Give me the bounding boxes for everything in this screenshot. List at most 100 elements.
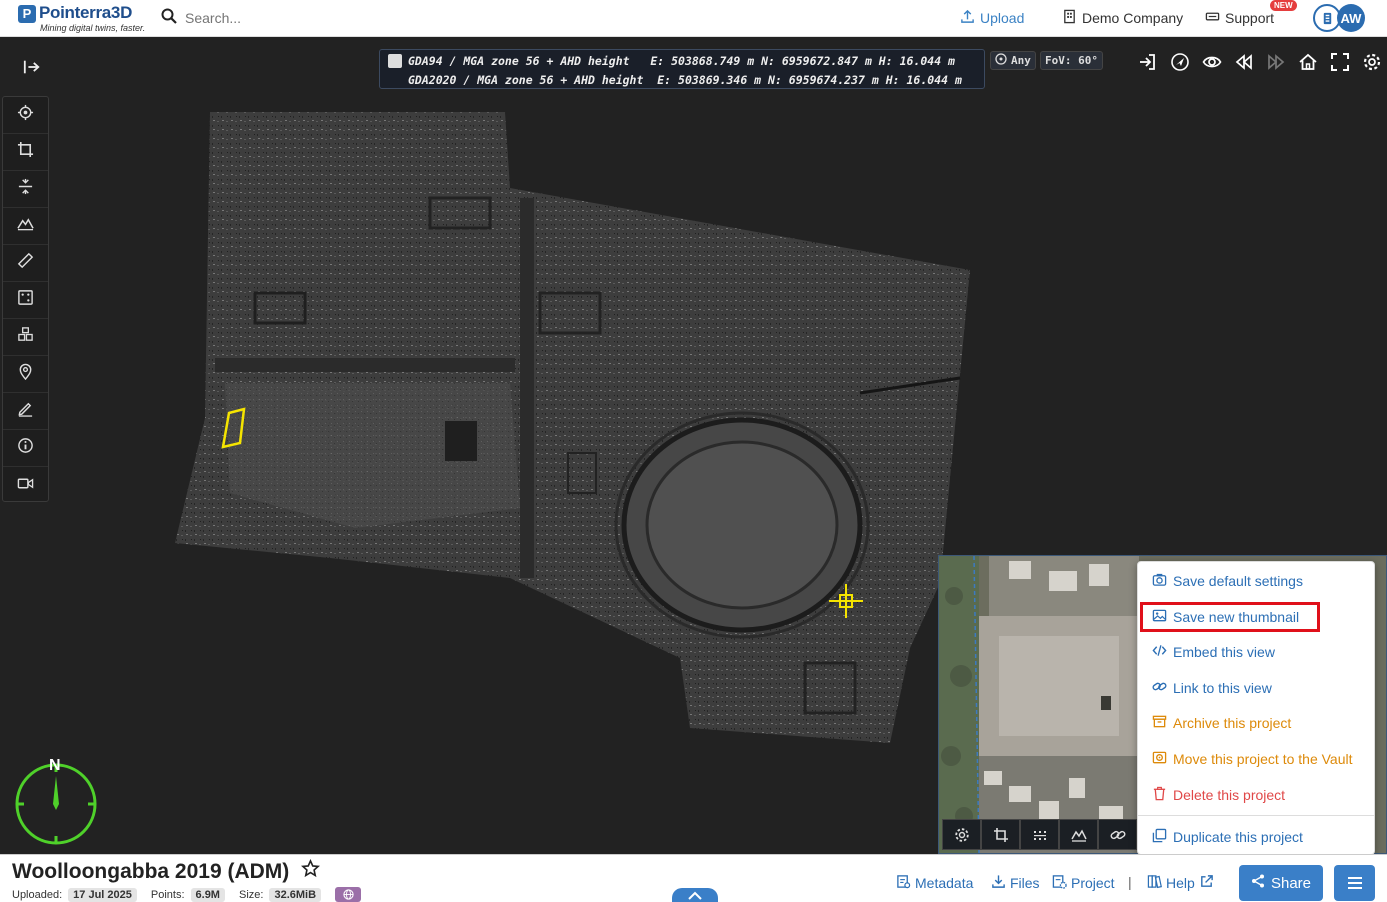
link-icon	[1152, 679, 1167, 697]
project-title-row: Woolloongabba 2019 (ADM)	[12, 858, 321, 884]
volumes-icon	[17, 326, 34, 348]
menu-embed-this-view[interactable]: Embed this view	[1152, 641, 1275, 663]
navigate-icon	[1170, 52, 1189, 71]
tool-sidebar	[2, 96, 49, 502]
snap-mode-label: Any	[1011, 54, 1031, 67]
upload-icon	[960, 9, 975, 27]
minimap-toolbar	[942, 819, 1137, 850]
menu-duplicate-this-project[interactable]: Duplicate this project	[1152, 826, 1303, 848]
minimap-crop-button[interactable]	[981, 819, 1020, 850]
tool-info[interactable]	[3, 430, 48, 467]
visibility-button[interactable]	[1200, 50, 1223, 73]
fov-label: FoV: 60°	[1045, 54, 1098, 67]
search-icon	[161, 8, 177, 29]
settings-icon	[1363, 53, 1380, 70]
home-button[interactable]	[1296, 50, 1319, 73]
logo[interactable]: P Pointerra3D Mining digital twins, fast…	[18, 3, 145, 34]
menu-divider	[1138, 815, 1374, 816]
files-link[interactable]: Files	[991, 874, 1040, 892]
size-label: Size:	[238, 888, 264, 901]
menu-save-new-thumbnail[interactable]: Save new thumbnail	[1152, 606, 1299, 628]
fast-forward-icon	[1267, 53, 1284, 70]
tool-annotate[interactable]	[3, 393, 48, 430]
locate-icon	[17, 104, 34, 126]
project-menu-button[interactable]	[1334, 865, 1375, 901]
points-label: Points:	[150, 888, 185, 901]
help-link[interactable]: Help	[1147, 874, 1214, 892]
menu-link-to-this-view[interactable]: Link to this view	[1152, 677, 1272, 699]
share-button[interactable]: Share	[1239, 865, 1323, 901]
home-icon	[1298, 53, 1317, 70]
project-link[interactable]: Project	[1052, 874, 1115, 892]
minimap-terrain-button[interactable]	[1059, 819, 1098, 850]
camera-icon	[1152, 572, 1167, 590]
support-link[interactable]: Support	[1205, 9, 1274, 27]
expand-panel-button[interactable]	[672, 888, 718, 902]
search-input[interactable]	[185, 10, 425, 26]
rewind-button[interactable]	[1232, 50, 1255, 73]
project-title: Woolloongabba 2019 (ADM)	[12, 859, 290, 883]
share-icon	[1251, 874, 1265, 892]
project-meta: Uploaded: 17 Jul 2025 Points: 6.9M Size:…	[12, 887, 362, 902]
menu-archive-this-project[interactable]: Archive this project	[1152, 712, 1291, 734]
size-value: 32.6MiB	[269, 887, 322, 902]
coordinate-system-icon	[388, 54, 402, 68]
compass[interactable]: N	[14, 757, 98, 846]
points-value: 6.9M	[190, 887, 225, 902]
eye-icon	[1202, 56, 1221, 67]
fullscreen-button[interactable]	[1328, 50, 1351, 73]
terrain-icon	[1070, 828, 1087, 842]
building-icon	[1062, 9, 1077, 27]
crop-icon	[993, 827, 1008, 842]
account-menu[interactable]: AW	[1313, 4, 1369, 32]
compass-north-label: N	[49, 757, 61, 774]
snap-mode-toggle[interactable]: Any	[990, 51, 1036, 70]
link-icon	[1110, 830, 1125, 839]
support-label: Support	[1225, 10, 1275, 26]
tool-video[interactable]	[3, 467, 48, 504]
menu-save-default-settings[interactable]: Save default settings	[1152, 570, 1303, 592]
video-icon	[17, 475, 34, 497]
minimap-link-button[interactable]	[1098, 819, 1137, 850]
upload-link[interactable]: Upload	[960, 9, 1024, 27]
tool-measure[interactable]	[3, 245, 48, 282]
upload-label: Upload	[980, 10, 1025, 26]
files-label: Files	[1010, 875, 1040, 891]
enter-view-button[interactable]	[1136, 50, 1159, 73]
tool-pin[interactable]	[3, 356, 48, 393]
minimap-grid-button[interactable]	[1020, 819, 1059, 850]
footer-separator: |	[1128, 874, 1132, 890]
menu-item-label: Archive this project	[1173, 715, 1292, 731]
tool-crop[interactable]	[3, 134, 48, 171]
fast-forward-button[interactable]	[1264, 50, 1287, 73]
sidebar-toggle-button[interactable]	[18, 56, 46, 78]
chevron-up-icon	[688, 891, 702, 900]
project-settings-icon	[1052, 874, 1067, 892]
tool-terrain[interactable]	[3, 208, 48, 245]
globe-icon	[335, 887, 362, 902]
trash-icon	[1152, 786, 1167, 804]
coordinate-readout: GDA94 / MGA zone 56 + AHD height E: 5038…	[379, 49, 985, 89]
navigate-button[interactable]	[1168, 50, 1191, 73]
avatar: AW	[1337, 4, 1365, 32]
tool-section[interactable]	[3, 171, 48, 208]
grid-icon	[1033, 830, 1046, 840]
menu-move-to-vault[interactable]: Move this project to the Vault	[1152, 748, 1353, 770]
company-link[interactable]: Demo Company	[1062, 9, 1183, 27]
tool-volumes[interactable]	[3, 319, 48, 356]
favorite-star-icon[interactable]	[301, 858, 321, 884]
metadata-link[interactable]: Metadata	[896, 874, 973, 892]
tool-area-select[interactable]	[3, 282, 48, 319]
share-label: Share	[1270, 874, 1312, 892]
viewer-settings-button[interactable]	[1360, 50, 1383, 73]
minimap-settings-button[interactable]	[942, 819, 981, 850]
menu-delete-this-project[interactable]: Delete this project	[1152, 784, 1285, 806]
external-link-icon	[1199, 874, 1214, 892]
help-label: Help	[1166, 875, 1195, 891]
menu-item-label: Duplicate this project	[1173, 829, 1303, 845]
tool-locate[interactable]	[3, 97, 48, 134]
fov-control[interactable]: FoV: 60°	[1040, 51, 1103, 70]
metadata-label: Metadata	[915, 875, 974, 891]
top-bar: P Pointerra3D Mining digital twins, fast…	[0, 0, 1387, 37]
vault-icon	[1152, 750, 1167, 768]
